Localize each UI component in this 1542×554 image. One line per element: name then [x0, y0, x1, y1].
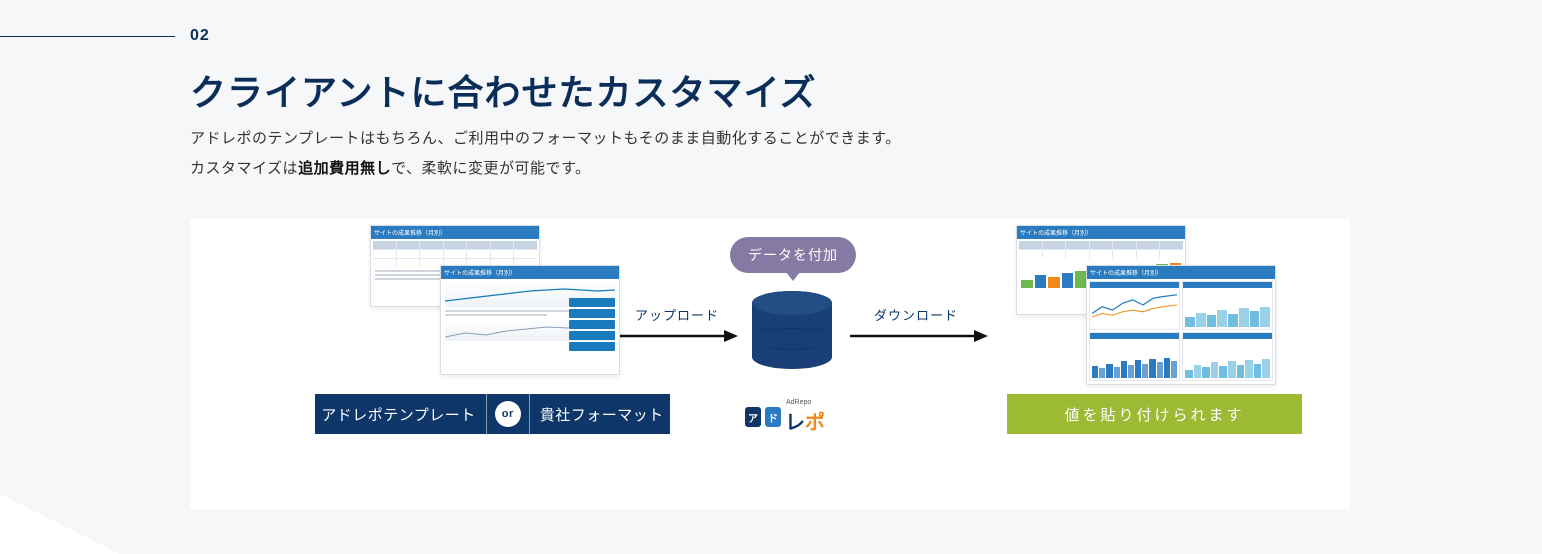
sheet-header: サイトの成果推移（月別） [371, 226, 539, 239]
template-sheet-front: サイトの成果推移（月別） [440, 265, 620, 375]
section-heading: クライアントに合わせたカスタマイズ [190, 64, 816, 116]
desc-line2-em: 追加費用無し [298, 160, 391, 177]
brand-logo: ア ド AdRepo レポ [745, 399, 825, 435]
sheet-header: サイトの成果推移（月別） [1087, 266, 1275, 279]
page-corner-triangle [0, 494, 120, 554]
output-sheet-front: サイトの成果推移（月別） [1086, 265, 1276, 385]
desc-line2-a: カスタマイズは [190, 160, 298, 177]
desc-line2-b: で、柔軟に変更が可能です。 [391, 160, 590, 177]
section-number: 02 [190, 27, 210, 45]
brand-box-2: ド [765, 407, 781, 427]
left-label-bar: アドレポテンプレート or 貴社フォーマット [315, 394, 670, 434]
upload-label: アップロード [622, 305, 732, 324]
brand-po: ポ [805, 412, 825, 434]
download-label: ダウンロード [856, 305, 976, 324]
sheet-header: サイトの成果推移（月別） [441, 266, 619, 279]
diagram-card: サイトの成果推移（月別） サイトの成果推移（月別） アドレポテンプレート or … [190, 219, 1350, 509]
left-label-a: アドレポテンプレート [321, 404, 476, 425]
sheet-header: サイトの成果推移（月別） [1017, 226, 1185, 239]
desc-line1: アドレポのテンプレートはもちろん、ご利用中のフォーマットもそのまま自動化すること… [190, 124, 901, 154]
download-arrow-icon [850, 329, 988, 343]
or-badge: or [495, 401, 521, 427]
brand-box-1: ア [745, 407, 761, 427]
right-label-text: 値を貼り付けられます [1064, 404, 1244, 425]
bubble-text: データを付加 [748, 245, 838, 265]
right-label-bar: 値を貼り付けられます [1007, 394, 1302, 434]
data-append-bubble: データを付加 [730, 237, 856, 273]
section-description: アドレポのテンプレートはもちろん、ご利用中のフォーマットもそのまま自動化すること… [190, 124, 901, 184]
brand-sup: AdRepo [786, 399, 825, 406]
database-icon [750, 291, 834, 369]
section-rule [0, 36, 175, 37]
left-label-b: 貴社フォーマット [540, 404, 664, 425]
upload-arrow-icon [620, 329, 738, 343]
desc-line2: カスタマイズは追加費用無しで、柔軟に変更が可能です。 [190, 154, 901, 184]
brand-le: レ [785, 412, 805, 434]
